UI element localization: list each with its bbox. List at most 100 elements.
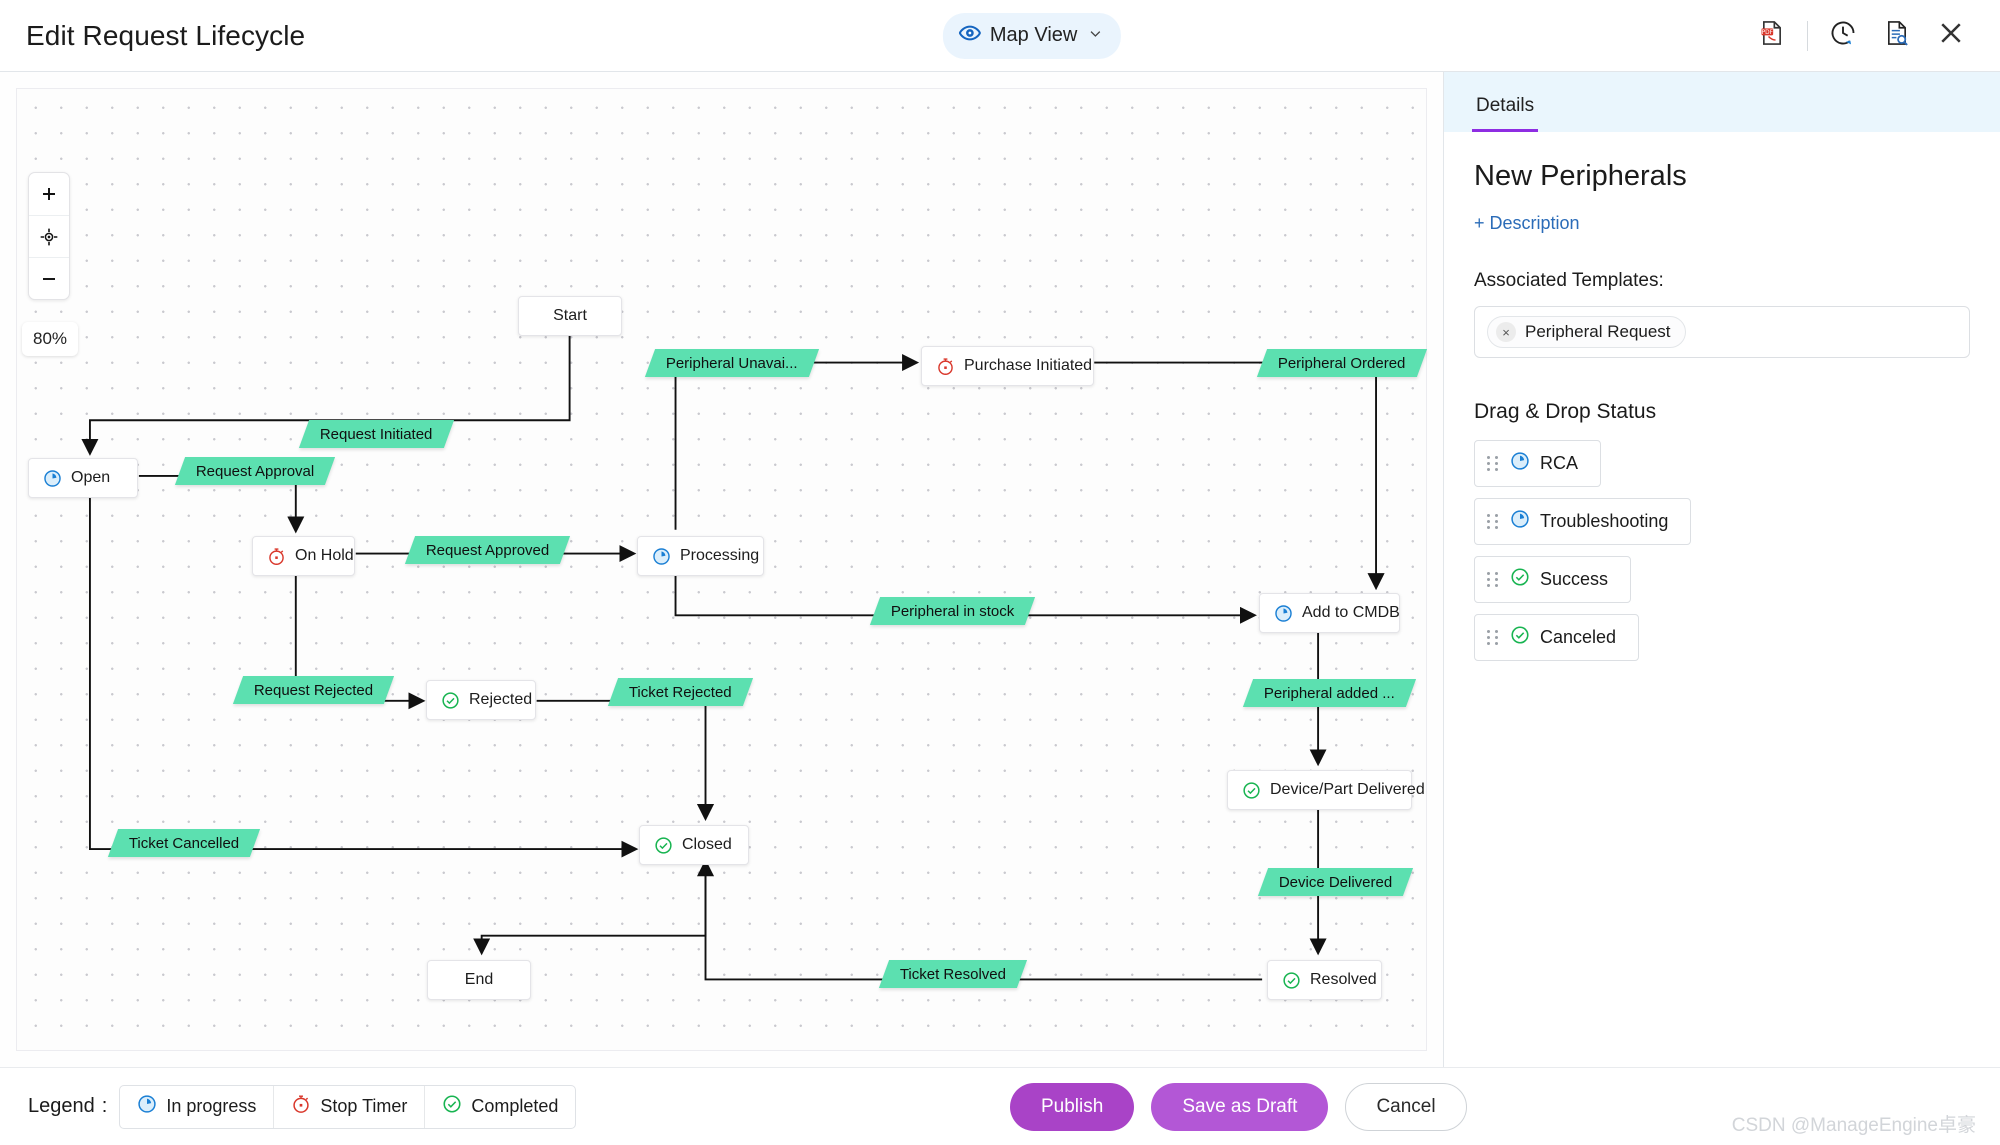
transition-device-delivered[interactable]: Device Delivered — [1258, 868, 1414, 896]
status-icon — [1510, 451, 1530, 476]
node-cmdb[interactable]: Add to CMDB — [1259, 593, 1400, 633]
legend-icon — [442, 1094, 462, 1119]
legend-colon: : — [102, 1095, 108, 1118]
drag-handle-icon[interactable] — [1487, 630, 1498, 645]
drag-handle-icon[interactable] — [1487, 514, 1498, 529]
svg-text:PDF: PDF — [1762, 30, 1774, 36]
map-view-control: Map View — [943, 13, 1121, 59]
transition-label: Device Delivered — [1279, 874, 1392, 891]
publish-button[interactable]: Publish — [1010, 1083, 1134, 1131]
transition-label: Ticket Cancelled — [129, 835, 239, 852]
transition-label: Request Initiated — [320, 426, 433, 443]
template-chip-label: Peripheral Request — [1525, 322, 1671, 342]
status-icon — [1510, 509, 1530, 534]
node-processing[interactable]: Processing — [637, 536, 764, 576]
legend-label: Legend — [28, 1095, 95, 1118]
header-actions: PDF — [1745, 9, 1978, 63]
node-status-icon — [1274, 604, 1293, 623]
node-status-icon — [267, 547, 286, 566]
in-progress-icon — [137, 1094, 157, 1114]
status-item-canceled[interactable]: Canceled — [1474, 614, 1639, 661]
legend-item-stop-timer: Stop Timer — [273, 1086, 424, 1128]
tab-details[interactable]: Details — [1472, 95, 1538, 132]
save-as-draft-button[interactable]: Save as Draft — [1151, 1083, 1328, 1131]
node-rejected[interactable]: Rejected — [426, 680, 536, 720]
completed-icon — [441, 691, 460, 710]
drag-handle-icon[interactable] — [1487, 572, 1498, 587]
add-description-link[interactable]: + Description — [1474, 213, 1970, 234]
transition-periph-ordered[interactable]: Peripheral Ordered — [1257, 349, 1427, 377]
legend-icon — [137, 1094, 157, 1119]
app-root: Edit Request Lifecycle Map View — [0, 0, 2000, 1145]
stop-timer-icon — [936, 357, 955, 376]
transition-label: Ticket Rejected — [629, 684, 732, 701]
drag-drop-status-list: RCA Troubleshooting Success Canceled — [1474, 440, 1970, 661]
drag-drop-status-title: Drag & Drop Status — [1474, 400, 1970, 424]
page-title: Edit Request Lifecycle — [26, 20, 305, 52]
remove-template-icon[interactable]: × — [1496, 322, 1516, 342]
node-label: Add to CMDB — [1302, 604, 1400, 622]
node-start[interactable]: Start — [518, 296, 622, 336]
status-item-success[interactable]: Success — [1474, 556, 1631, 603]
node-label: On Hold — [295, 547, 354, 565]
map-view-button[interactable]: Map View — [943, 13, 1121, 59]
status-label: Canceled — [1540, 627, 1616, 648]
transition-periph-added[interactable]: Peripheral added ... — [1243, 679, 1416, 707]
lifecycle-name: New Peripherals — [1474, 160, 1970, 193]
app-footer: Legend : In progressStop TimerCompleted … — [0, 1067, 2000, 1145]
transition-req-approved[interactable]: Request Approved — [405, 536, 571, 564]
status-item-troubleshooting[interactable]: Troubleshooting — [1474, 498, 1691, 545]
legend-item-label: Stop Timer — [320, 1096, 407, 1117]
zoom-controls — [28, 172, 70, 300]
node-closed[interactable]: Closed — [639, 825, 749, 865]
node-label: Open — [71, 469, 110, 487]
pdf-export-button[interactable]: PDF — [1745, 9, 1799, 63]
transition-label: Peripheral Ordered — [1278, 355, 1406, 372]
history-button[interactable] — [1816, 9, 1870, 63]
node-resolved[interactable]: Resolved — [1267, 960, 1382, 1000]
legend-box: In progressStop TimerCompleted — [119, 1085, 576, 1129]
associated-templates-field[interactable]: × Peripheral Request — [1474, 306, 1970, 358]
close-button[interactable] — [1924, 9, 1978, 63]
cancel-button[interactable]: Cancel — [1345, 1083, 1466, 1131]
transition-req-rejected[interactable]: Request Rejected — [233, 676, 394, 704]
body: 80% — [0, 72, 2000, 1067]
node-status-icon — [652, 547, 671, 566]
transition-ticket-rejected[interactable]: Ticket Rejected — [608, 678, 753, 706]
lifecycle-canvas[interactable]: 80% — [0, 72, 1444, 1067]
document-search-icon — [1883, 19, 1911, 52]
transition-label: Peripheral in stock — [891, 603, 1014, 620]
recenter-button[interactable] — [29, 215, 69, 257]
template-chip[interactable]: × Peripheral Request — [1487, 316, 1686, 348]
transition-periph-instock[interactable]: Peripheral in stock — [870, 597, 1036, 625]
watermark: CSDN @ManageEngine卓豪 — [1732, 1110, 1976, 1137]
node-devpart[interactable]: Device/Part Delivered — [1227, 770, 1412, 810]
status-item-rca[interactable]: RCA — [1474, 440, 1601, 487]
completed-icon — [1510, 567, 1530, 587]
node-status-icon — [654, 836, 673, 855]
node-label: Device/Part Delivered — [1270, 781, 1425, 799]
panel-body: New Peripherals + Description Associated… — [1444, 132, 2000, 661]
zoom-out-button[interactable] — [29, 257, 69, 299]
node-purchase[interactable]: Purchase Initiated — [921, 346, 1094, 386]
audit-view-button[interactable] — [1870, 9, 1924, 63]
transition-periph-unavail[interactable]: Peripheral Unavai... — [645, 349, 819, 377]
zoom-in-button[interactable] — [29, 173, 69, 215]
in-progress-icon — [1510, 451, 1530, 471]
legend-icon — [291, 1094, 311, 1119]
node-status-icon — [1242, 781, 1261, 800]
transition-req-initiated[interactable]: Request Initiated — [299, 420, 454, 448]
history-clock-icon — [1829, 19, 1857, 52]
completed-icon — [654, 836, 673, 855]
node-onhold[interactable]: On Hold — [252, 536, 355, 576]
transition-ticket-cancelled[interactable]: Ticket Cancelled — [108, 829, 261, 857]
transition-req-approval[interactable]: Request Approval — [175, 457, 336, 485]
in-progress-icon — [43, 469, 62, 488]
node-open[interactable]: Open — [28, 458, 138, 498]
node-end[interactable]: End — [427, 960, 531, 1000]
drag-handle-icon[interactable] — [1487, 456, 1498, 471]
status-icon — [1510, 567, 1530, 592]
transition-ticket-resolved[interactable]: Ticket Resolved — [879, 960, 1027, 988]
stop-timer-icon — [291, 1094, 311, 1114]
in-progress-icon — [1274, 604, 1293, 623]
